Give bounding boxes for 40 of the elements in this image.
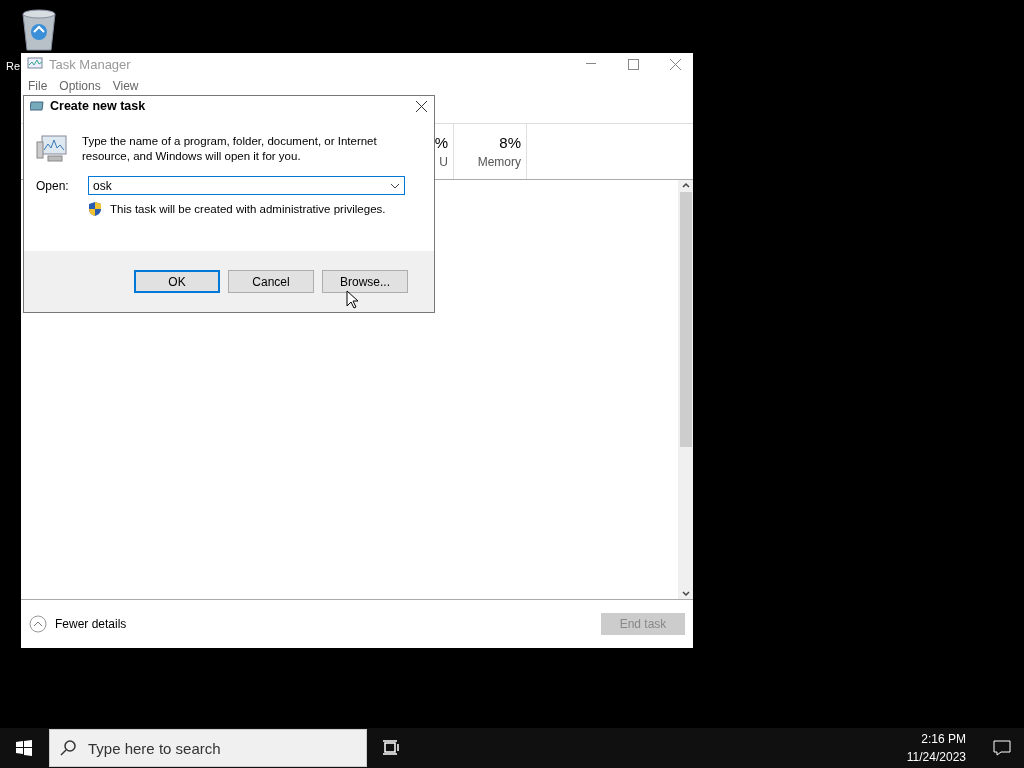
column-header[interactable]: Memory: [477, 155, 521, 169]
dialog-title: Create new task: [50, 99, 146, 113]
computer-icon: [36, 134, 68, 164]
dialog-button[interactable]: Cancel: [228, 270, 314, 293]
dialog-button[interactable]: Browse...: [322, 270, 408, 293]
column-value: %: [434, 134, 448, 151]
task-view-icon[interactable]: [382, 740, 400, 756]
maximize-icon[interactable]: [627, 58, 639, 70]
search-icon: [60, 740, 76, 756]
taskbar-search-box[interactable]: Type here to search: [49, 729, 367, 767]
scrollbar-thumb[interactable]: [679, 192, 692, 447]
column-header[interactable]: U: [439, 155, 448, 169]
open-label: Open:: [36, 178, 70, 193]
fewer-details-link[interactable]: Fewer details: [55, 617, 127, 631]
scroll-down-icon[interactable]: [680, 589, 691, 599]
windows-start-icon[interactable]: [16, 740, 32, 756]
minimize-icon[interactable]: [586, 63, 596, 65]
menu-item[interactable]: View: [112, 79, 139, 93]
collapse-icon[interactable]: [29, 615, 47, 633]
clock-time: 2:16 PM: [921, 732, 966, 746]
app-icon: [27, 57, 43, 71]
window-title: Task Manager: [49, 56, 131, 72]
shield-icon: [88, 201, 102, 217]
search-placeholder: Type here to search: [88, 739, 221, 757]
dialog-button[interactable]: OK: [134, 270, 220, 293]
close-icon[interactable]: [415, 100, 427, 112]
open-combo-box[interactable]: osk: [88, 176, 405, 195]
column-value: 8%: [499, 134, 521, 151]
dialog-message: Type the name of a program, folder, document, or Internet resource, and Windows will open it for you.: [82, 134, 378, 164]
app-icon: [30, 100, 44, 112]
clock-date: 11/24/2023: [906, 750, 966, 764]
scroll-up-icon[interactable]: [680, 180, 691, 190]
notification-icon[interactable]: [993, 740, 1011, 756]
dropdown-icon[interactable]: [390, 182, 400, 189]
mouse-cursor-icon: [346, 290, 359, 309]
desktop-icon-label: Re: [6, 60, 21, 72]
recycle-bin-icon[interactable]: [19, 8, 59, 52]
admin-note: This task will be created with administrative privileges.: [110, 203, 386, 215]
menu-item[interactable]: Options: [59, 79, 101, 93]
menu-item[interactable]: File: [28, 79, 48, 93]
